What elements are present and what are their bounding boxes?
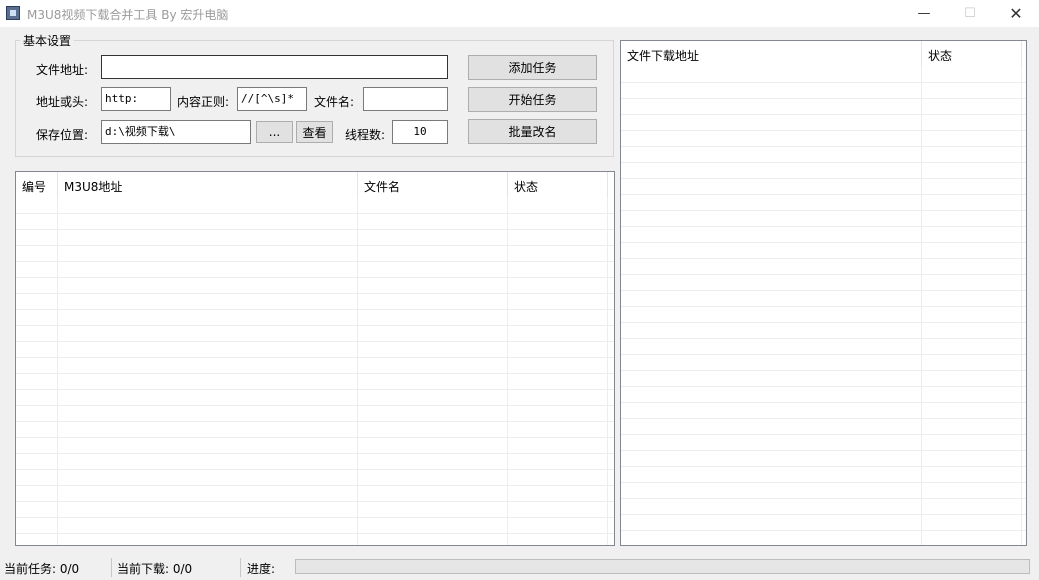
view-button[interactable]: 查看: [296, 121, 333, 143]
column-header-filename[interactable]: 文件名: [358, 172, 508, 198]
column-header-m3u8-url[interactable]: M3U8地址: [58, 172, 358, 198]
progress-label: 进度:: [247, 562, 276, 576]
start-task-button[interactable]: 开始任务: [468, 87, 597, 112]
column-header-status[interactable]: 状态: [508, 172, 608, 198]
download-list-header: 文件下载地址 状态: [621, 41, 1026, 67]
filename-input[interactable]: [363, 87, 448, 111]
minimize-button[interactable]: —: [901, 0, 947, 27]
save-location-input[interactable]: d:\视频下载\: [101, 120, 251, 144]
regex-input[interactable]: //[^\s]*: [237, 87, 307, 111]
column-header-download-status[interactable]: 状态: [922, 41, 1022, 67]
browse-button[interactable]: ...: [256, 121, 293, 143]
maximize-button[interactable]: ☐: [947, 0, 993, 27]
file-address-label: 文件地址:: [36, 63, 89, 77]
add-task-button[interactable]: 添加任务: [468, 55, 597, 80]
batch-rename-button[interactable]: 批量改名: [468, 119, 597, 144]
url-prefix-label: 地址或头:: [36, 95, 89, 109]
column-header-id[interactable]: 编号: [16, 172, 58, 198]
task-list-body[interactable]: [16, 198, 614, 545]
task-list[interactable]: 编号 M3U8地址 文件名 状态: [15, 171, 615, 546]
close-button[interactable]: ✕: [993, 0, 1039, 27]
file-address-input[interactable]: [101, 55, 448, 79]
threads-input[interactable]: 10: [392, 120, 448, 144]
progress-bar: [295, 559, 1030, 574]
regex-label: 内容正则:: [177, 95, 230, 109]
title-bar: M3U8视频下载合并工具 By 宏升电脑 — ☐ ✕: [0, 0, 1039, 27]
app-icon: [6, 6, 20, 20]
column-header-download-url[interactable]: 文件下载地址: [621, 41, 922, 67]
download-list-body[interactable]: [621, 67, 1026, 545]
task-list-header: 编号 M3U8地址 文件名 状态: [16, 172, 614, 198]
settings-group-title: 基本设置: [20, 32, 75, 49]
url-prefix-input[interactable]: http:: [101, 87, 171, 111]
filename-label: 文件名:: [314, 95, 355, 109]
window-title: M3U8视频下载合并工具 By 宏升电脑: [27, 8, 229, 22]
current-task-status: 当前任务: 0/0: [4, 562, 80, 576]
save-location-label: 保存位置:: [36, 128, 89, 142]
download-list[interactable]: 文件下载地址 状态: [620, 40, 1027, 546]
current-download-status: 当前下载: 0/0: [117, 562, 193, 576]
threads-label: 线程数:: [345, 128, 386, 142]
